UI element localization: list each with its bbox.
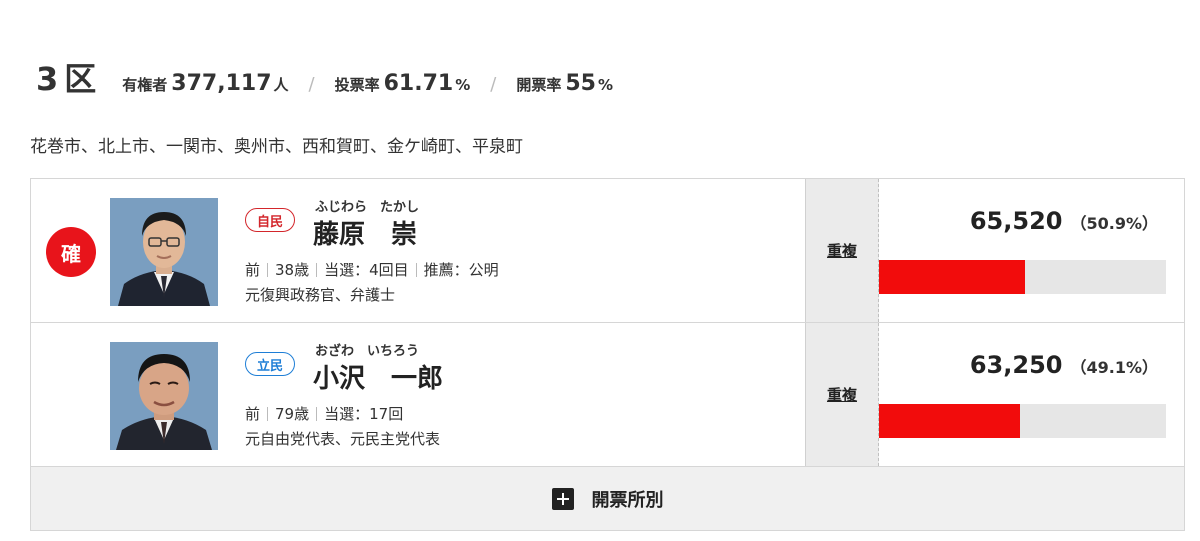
- meta-divider: [267, 406, 269, 421]
- portrait-icon: [110, 198, 218, 306]
- candidate-meta: 前 38歳 当選：4回目 推薦：公明: [245, 259, 499, 280]
- candidate-row: 確 自民 ふじわら たかし 藤原 崇 前 38歳 当選：4回目 推薦：公明 元復…: [31, 179, 1184, 323]
- electorate-value: 377,117: [171, 71, 272, 96]
- vote-percent: （49.1%）: [1070, 358, 1158, 377]
- duplicate-link[interactable]: 重複: [827, 384, 857, 405]
- meta-divider: [316, 406, 318, 421]
- electorate-label: 有権者: [122, 76, 168, 94]
- vote-bar-track: [879, 260, 1166, 294]
- candidate-age: 79歳: [275, 405, 310, 423]
- electorate-unit: 人: [273, 76, 289, 94]
- turnout-value: 61.71: [383, 71, 454, 96]
- polling-station-toggle[interactable]: 開票所別: [31, 467, 1184, 530]
- vote-bar-fill: [879, 404, 1020, 438]
- vote-count: 63,250 （49.1%）: [970, 351, 1158, 379]
- candidate-status: 前: [245, 405, 261, 423]
- counted-value: 55: [565, 71, 596, 96]
- duplicate-column: 重複: [805, 179, 879, 322]
- stat-separator: /: [490, 74, 497, 95]
- meta-divider: [316, 262, 318, 277]
- vote-count: 65,520 （50.9%）: [970, 207, 1158, 235]
- candidate-career: 元復興政務官、弁護士: [245, 286, 396, 304]
- candidate-name: 藤原 崇: [313, 220, 418, 250]
- vote-number: 63,250: [969, 351, 1063, 379]
- meta-divider: [415, 262, 417, 277]
- candidate-photo: [110, 198, 218, 306]
- vote-percent: （50.9%）: [1070, 214, 1158, 233]
- candidate-photo: [110, 342, 218, 450]
- results-table: 確 自民 ふじわら たかし 藤原 崇 前 38歳 当選：4回目 推薦：公明 元復…: [30, 178, 1185, 531]
- duplicate-link[interactable]: 重複: [827, 240, 857, 261]
- candidate-name: 小沢 一郎: [313, 364, 444, 394]
- party-badge: 自民: [245, 208, 295, 232]
- polling-station-label: 開票所別: [591, 489, 664, 511]
- candidate-endorsement: 推薦：公明: [423, 261, 499, 279]
- party-badge: 立民: [245, 352, 295, 376]
- candidate-age: 38歳: [275, 261, 310, 279]
- candidate-row: 立民 おざわ いちろう 小沢 一郎 前 79歳 当選：17回 元自由党代表、元民…: [31, 323, 1184, 467]
- vote-bar-track: [879, 404, 1166, 438]
- elected-badge: 確: [46, 227, 96, 277]
- district-areas: 花巻市、北上市、一関市、奥州市、西和賀町、金ケ崎町、平泉町: [30, 137, 523, 157]
- stat-separator: /: [308, 74, 315, 95]
- candidate-kana: おざわ いちろう: [315, 344, 420, 359]
- meta-divider: [267, 262, 269, 277]
- turnout-label: 投票率: [334, 76, 380, 94]
- counted-label: 開票率: [516, 76, 562, 94]
- turnout-unit: %: [455, 76, 471, 94]
- district-header: 3区 有権者 377,117 人 / 投票率 61.71 % / 開票率 55 …: [36, 54, 613, 100]
- candidate-wins: 当選：17回: [324, 405, 404, 423]
- candidate-kana: ふじわら たかし: [315, 200, 420, 215]
- candidate-meta: 前 79歳 当選：17回: [245, 403, 403, 424]
- candidate-career: 元自由党代表、元民主党代表: [245, 430, 441, 448]
- candidate-wins: 当選：4回目: [324, 261, 409, 279]
- portrait-icon: [110, 342, 218, 450]
- vote-bar-fill: [879, 260, 1026, 294]
- counted-unit: %: [597, 76, 613, 94]
- candidate-status: 前: [245, 261, 261, 279]
- vote-number: 65,520: [969, 207, 1063, 235]
- district-title: 3区: [36, 60, 103, 98]
- duplicate-column: 重複: [805, 323, 879, 466]
- plus-square-icon: [551, 487, 574, 510]
